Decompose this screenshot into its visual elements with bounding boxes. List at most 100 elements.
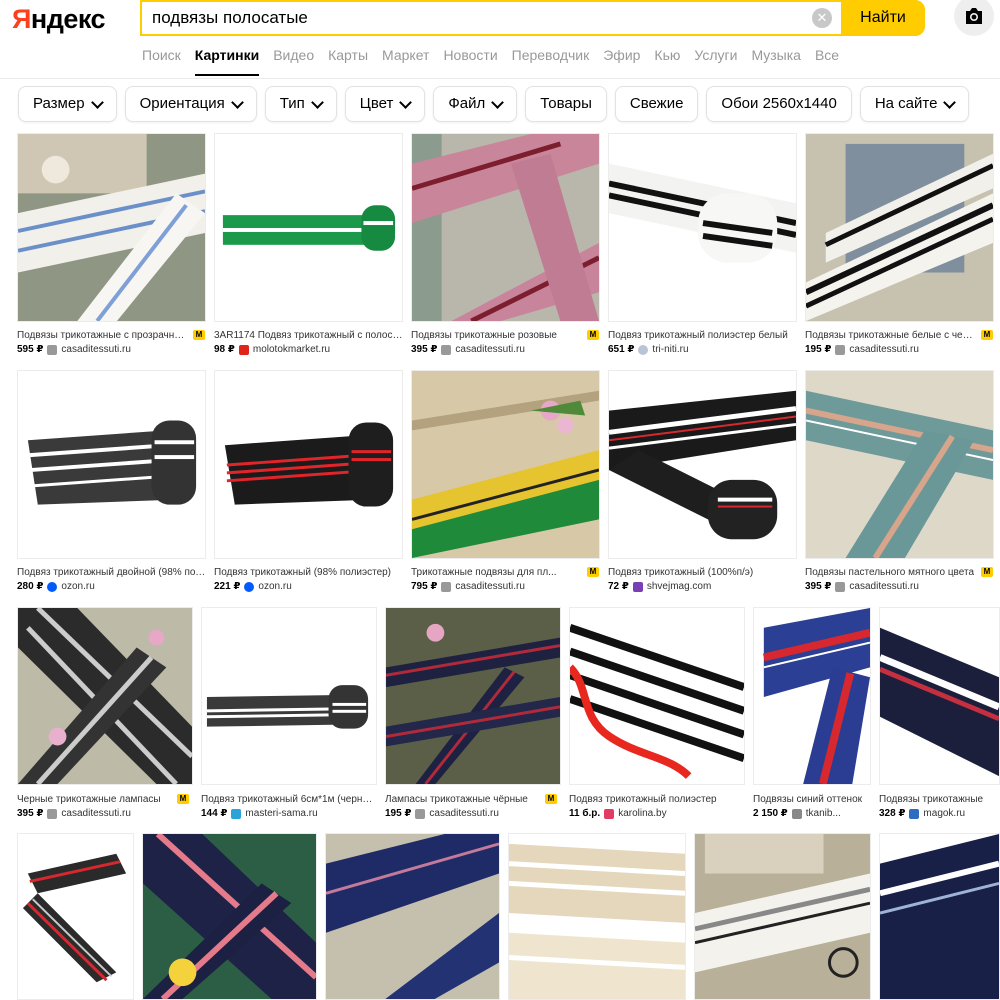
result-card[interactable]: Лампасы трикотажные чёрные М 195 ₽ casad…: [385, 607, 561, 822]
filter-chip[interactable]: Цвет: [344, 86, 426, 122]
result-site[interactable]: shvejmag.com: [647, 581, 711, 592]
result-image[interactable]: [753, 607, 871, 785]
result-image[interactable]: [385, 607, 561, 785]
result-image[interactable]: [214, 133, 403, 322]
result-caption[interactable]: Черные трикотажные лампасы: [17, 794, 173, 805]
search-input[interactable]: [152, 2, 802, 34]
service-tab[interactable]: Услуги: [694, 46, 737, 76]
result-card[interactable]: [17, 833, 134, 1000]
result-image[interactable]: [411, 370, 600, 559]
result-site[interactable]: ozon.ru: [61, 581, 94, 592]
result-card[interactable]: Подвязы трикотажные с прозрачной нитью М…: [17, 133, 206, 358]
result-caption[interactable]: Подвязы трикотажные розовые: [411, 330, 583, 341]
filter-chip[interactable]: Товары: [525, 86, 607, 122]
result-site[interactable]: magok.ru: [923, 808, 965, 819]
service-tab[interactable]: Маркет: [382, 46, 429, 76]
search-box[interactable]: ✕ Найти: [140, 0, 925, 36]
yandex-logo[interactable]: Яндекс: [12, 4, 106, 35]
result-image[interactable]: [17, 133, 206, 322]
result-caption[interactable]: Подвязы трикотажные белые с черным: [805, 330, 977, 341]
result-site[interactable]: casaditessuti.ru: [429, 808, 498, 819]
result-image[interactable]: [608, 370, 797, 559]
result-caption[interactable]: Подвязы трикотажные: [879, 794, 1000, 805]
filter-chip[interactable]: Ориентация: [124, 86, 257, 122]
service-tab[interactable]: Кью: [654, 46, 680, 76]
result-caption[interactable]: 3AR1174 Подвяз трикотажный с полосками: [214, 330, 403, 341]
result-card[interactable]: Подвяз трикотажный двойной (98% полиэсте…: [17, 370, 206, 595]
result-caption[interactable]: Подвязы пастельного мятного цвета: [805, 567, 977, 578]
service-tab[interactable]: Карты: [328, 46, 368, 76]
result-site[interactable]: masteri-sama.ru: [245, 808, 317, 819]
result-card[interactable]: Подвяз трикотажный полиэстер белый 651 ₽…: [608, 133, 797, 358]
result-image[interactable]: [805, 370, 994, 559]
result-caption[interactable]: Подвязы трикотажные с прозрачной нитью: [17, 330, 189, 341]
filter-chip[interactable]: Файл: [433, 86, 518, 122]
result-image[interactable]: [17, 370, 206, 559]
service-tab[interactable]: Переводчик: [512, 46, 590, 76]
result-image[interactable]: [805, 133, 994, 322]
clear-search-button[interactable]: ✕: [812, 8, 832, 28]
result-card[interactable]: [325, 833, 500, 1000]
filter-chip[interactable]: Тип: [264, 86, 337, 122]
filter-chip[interactable]: На сайте: [859, 86, 970, 122]
result-card[interactable]: Подвязы трикотажные розовые М 395 ₽ casa…: [411, 133, 600, 358]
result-card[interactable]: Подвязы синий оттенок 2 150 ₽ tkanib...: [753, 607, 871, 822]
result-caption[interactable]: Подвяз трикотажный 6см*1м (черный): [201, 794, 377, 805]
service-tab[interactable]: Новости: [443, 46, 497, 76]
result-caption[interactable]: Лампасы трикотажные чёрные: [385, 794, 541, 805]
result-caption[interactable]: Подвяз трикотажный (100%п/э): [608, 567, 797, 578]
result-caption[interactable]: Подвязы синий оттенок: [753, 794, 871, 805]
result-image[interactable]: [694, 833, 871, 1000]
result-site[interactable]: karolina.by: [618, 808, 666, 819]
service-tab[interactable]: Музыка: [751, 46, 801, 76]
result-image[interactable]: [879, 607, 1000, 785]
result-site[interactable]: casaditessuti.ru: [849, 581, 918, 592]
filter-chip[interactable]: Свежие: [614, 86, 699, 122]
result-image[interactable]: [879, 833, 1000, 1000]
result-card[interactable]: [142, 833, 317, 1000]
result-image[interactable]: [411, 133, 600, 322]
result-image[interactable]: [214, 370, 403, 559]
result-card[interactable]: Черные трикотажные лампасы М 395 ₽ casad…: [17, 607, 193, 822]
result-caption[interactable]: Подвяз трикотажный полиэстер белый: [608, 330, 797, 341]
result-site[interactable]: molotokmarket.ru: [253, 344, 330, 355]
result-card[interactable]: Подвязы пастельного мятного цвета М 395 …: [805, 370, 994, 595]
result-caption[interactable]: Трикотажные подвязы для пл...: [411, 567, 583, 578]
result-caption[interactable]: Подвяз трикотажный полиэстер: [569, 794, 745, 805]
image-search-button[interactable]: [954, 0, 994, 36]
service-tab[interactable]: Эфир: [603, 46, 640, 76]
result-card[interactable]: Подвязы трикотажные белые с черным М 195…: [805, 133, 994, 358]
filter-chip[interactable]: Обои 2560x1440: [706, 86, 852, 122]
result-caption[interactable]: Подвяз трикотажный (98% полиэстер): [214, 567, 403, 578]
result-image[interactable]: [142, 833, 317, 1000]
service-tab[interactable]: Поиск: [142, 46, 181, 76]
find-button[interactable]: Найти: [841, 0, 925, 36]
result-site[interactable]: tkanib...: [806, 808, 841, 819]
result-image[interactable]: [608, 133, 797, 322]
filter-chip[interactable]: Размер: [18, 86, 117, 122]
result-site[interactable]: casaditessuti.ru: [849, 344, 918, 355]
result-card[interactable]: [694, 833, 871, 1000]
result-card[interactable]: Подвяз трикотажный полиэстер 11 б.р. kar…: [569, 607, 745, 822]
service-tab[interactable]: Видео: [273, 46, 314, 76]
result-image[interactable]: [17, 607, 193, 785]
result-image[interactable]: [569, 607, 745, 785]
service-tab[interactable]: Картинки: [194, 46, 260, 76]
result-image[interactable]: [201, 607, 377, 785]
result-card[interactable]: [879, 833, 1000, 1000]
result-card[interactable]: Трикотажные подвязы для пл... М 795 ₽ ca…: [411, 370, 600, 595]
result-image[interactable]: [508, 833, 686, 1000]
result-card[interactable]: Подвяз трикотажный (100%п/э) 72 ₽ shvejm…: [608, 370, 797, 595]
result-card[interactable]: 3AR1174 Подвяз трикотажный с полосками 9…: [214, 133, 403, 358]
result-image[interactable]: [17, 833, 134, 1000]
result-card[interactable]: Подвязы трикотажные 328 ₽ magok.ru: [879, 607, 1000, 822]
result-card[interactable]: [508, 833, 686, 1000]
result-card[interactable]: Подвяз трикотажный 6см*1м (черный) 144 ₽…: [201, 607, 377, 822]
result-card[interactable]: Подвяз трикотажный (98% полиэстер) 221 ₽…: [214, 370, 403, 595]
result-site[interactable]: casaditessuti.ru: [455, 581, 524, 592]
result-image[interactable]: [325, 833, 500, 1000]
result-site[interactable]: tri-niti.ru: [652, 344, 688, 355]
service-tab[interactable]: Все: [815, 46, 839, 76]
result-caption[interactable]: Подвяз трикотажный двойной (98% полиэсте…: [17, 567, 206, 578]
result-site[interactable]: casaditessuti.ru: [61, 808, 130, 819]
